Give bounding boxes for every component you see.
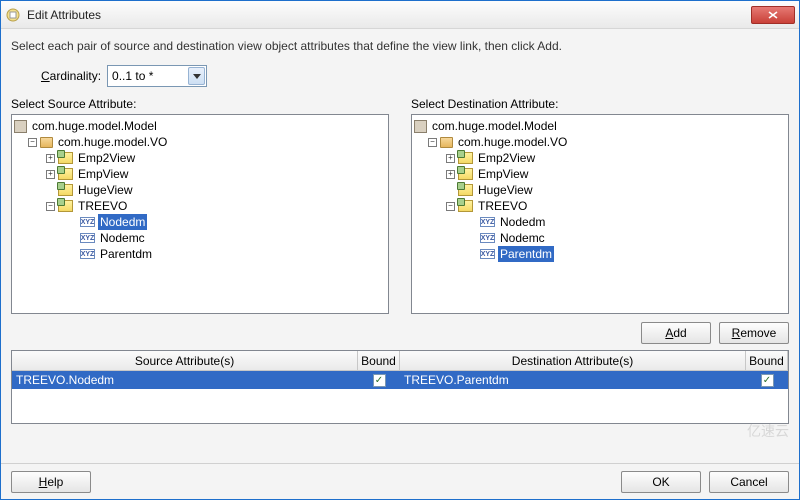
expand-icon[interactable]: + [446, 154, 455, 163]
view-icon [458, 184, 473, 196]
dialog-footer: Help OK Cancel [1, 463, 799, 499]
cardinality-value: 0..1 to * [112, 69, 153, 83]
tree-attribute-selected[interactable]: Nodedm [14, 214, 386, 230]
view-icon [458, 200, 473, 212]
ok-button[interactable]: OK [621, 471, 701, 493]
tree-root[interactable]: com.huge.model.Model [414, 118, 786, 134]
tree-view[interactable]: −TREEVO [414, 198, 786, 214]
destination-panel-label: Select Destination Attribute: [411, 97, 789, 111]
add-button[interactable]: Add [641, 322, 711, 344]
attribute-panels: Select Source Attribute: com.huge.model.… [11, 97, 789, 314]
td-destination: TREEVO.Parentdm [400, 373, 746, 387]
destination-tree[interactable]: com.huge.model.Model −com.huge.model.VO … [411, 114, 789, 314]
expand-icon[interactable]: + [46, 170, 55, 179]
collapse-icon[interactable]: − [446, 202, 455, 211]
view-icon [58, 152, 73, 164]
package-icon [40, 137, 53, 148]
close-icon [768, 11, 778, 19]
collapse-icon[interactable]: − [28, 138, 37, 147]
cancel-button[interactable]: Cancel [709, 471, 789, 493]
package-icon [440, 137, 453, 148]
chevron-down-icon [188, 67, 205, 85]
attribute-icon [80, 249, 95, 259]
attribute-icon [80, 233, 95, 243]
expand-icon[interactable]: + [446, 170, 455, 179]
tree-attribute[interactable]: Nodemc [14, 230, 386, 246]
table-row[interactable]: TREEVO.Nodedm ✓ TREEVO.Parentdm ✓ [12, 371, 788, 389]
close-button[interactable] [751, 6, 795, 24]
cardinality-label: Cardinality: [41, 69, 101, 83]
th-source[interactable]: Source Attribute(s) [12, 351, 358, 370]
td-bound-destination[interactable]: ✓ [746, 374, 788, 387]
tree-attribute[interactable]: Nodedm [414, 214, 786, 230]
collapse-icon[interactable]: − [46, 202, 55, 211]
checkbox-checked-icon: ✓ [761, 374, 774, 387]
tree-package[interactable]: −com.huge.model.VO [14, 134, 386, 150]
model-icon [14, 120, 27, 133]
th-destination[interactable]: Destination Attribute(s) [400, 351, 746, 370]
dialog-title: Edit Attributes [27, 8, 751, 22]
source-tree[interactable]: com.huge.model.Model −com.huge.model.VO … [11, 114, 389, 314]
view-icon [58, 200, 73, 212]
tree-view[interactable]: −TREEVO [14, 198, 386, 214]
tree-view[interactable]: HugeView [14, 182, 386, 198]
tree-package[interactable]: −com.huge.model.VO [414, 134, 786, 150]
collapse-icon[interactable]: − [428, 138, 437, 147]
tree-view[interactable]: +EmpView [14, 166, 386, 182]
model-icon [414, 120, 427, 133]
attribute-icon [480, 217, 495, 227]
tree-view[interactable]: +Emp2View [14, 150, 386, 166]
link-table: Source Attribute(s) Bound Destination At… [11, 350, 789, 424]
cardinality-row: Cardinality: 0..1 to * [11, 65, 789, 87]
edit-attributes-dialog: Edit Attributes Select each pair of sour… [0, 0, 800, 500]
source-panel: Select Source Attribute: com.huge.model.… [11, 97, 389, 314]
td-bound-source[interactable]: ✓ [358, 374, 400, 387]
tree-view[interactable]: +EmpView [414, 166, 786, 182]
help-button[interactable]: Help [11, 471, 91, 493]
tree-root[interactable]: com.huge.model.Model [14, 118, 386, 134]
titlebar: Edit Attributes [1, 1, 799, 29]
source-panel-label: Select Source Attribute: [11, 97, 389, 111]
expand-icon[interactable]: + [46, 154, 55, 163]
th-bound-destination[interactable]: Bound [746, 351, 788, 370]
attribute-icon [480, 233, 495, 243]
attribute-icon [80, 217, 95, 227]
instruction-text: Select each pair of source and destinati… [11, 39, 789, 53]
tree-attribute-selected[interactable]: Parentdm [414, 246, 786, 262]
th-bound-source[interactable]: Bound [358, 351, 400, 370]
app-icon [5, 7, 21, 23]
view-icon [458, 168, 473, 180]
view-icon [458, 152, 473, 164]
td-source: TREEVO.Nodedm [12, 373, 358, 387]
tree-attribute[interactable]: Parentdm [14, 246, 386, 262]
tree-attribute[interactable]: Nodemc [414, 230, 786, 246]
add-remove-row: Add Remove [11, 322, 789, 344]
attribute-icon [480, 249, 495, 259]
destination-panel: Select Destination Attribute: com.huge.m… [411, 97, 789, 314]
cardinality-select[interactable]: 0..1 to * [107, 65, 207, 87]
checkbox-checked-icon: ✓ [373, 374, 386, 387]
tree-view[interactable]: +Emp2View [414, 150, 786, 166]
table-header: Source Attribute(s) Bound Destination At… [12, 351, 788, 371]
view-icon [58, 184, 73, 196]
tree-view[interactable]: HugeView [414, 182, 786, 198]
view-icon [58, 168, 73, 180]
remove-button[interactable]: Remove [719, 322, 789, 344]
dialog-content: Select each pair of source and destinati… [1, 29, 799, 463]
